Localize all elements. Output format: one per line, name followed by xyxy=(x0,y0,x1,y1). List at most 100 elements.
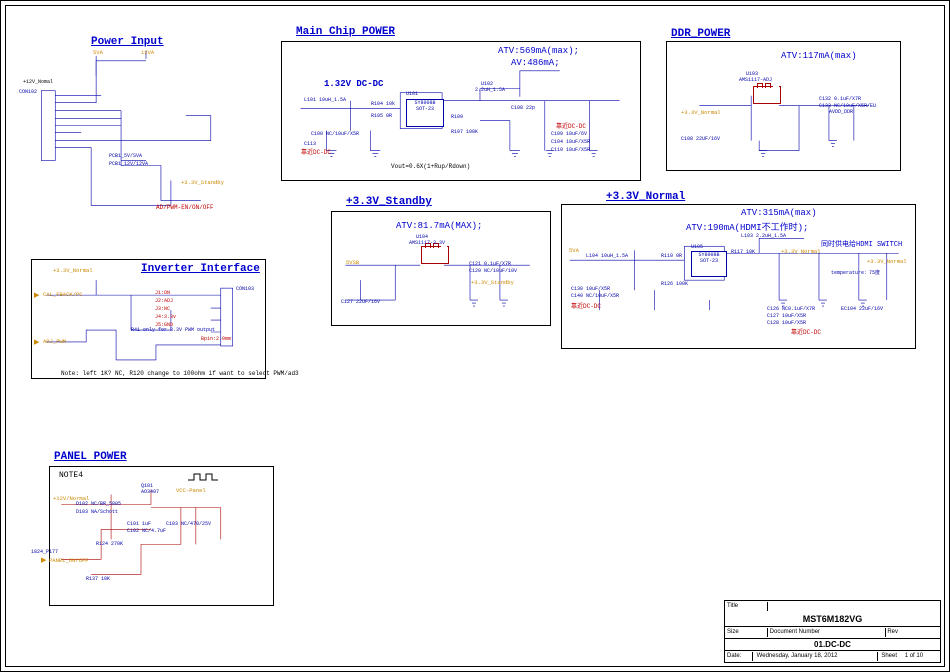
ic-ams1117-stby xyxy=(421,246,449,264)
ref-c128: C128 10uF/X5R xyxy=(767,320,806,326)
ic-main-pkg: SOT-23 xyxy=(416,106,434,112)
tb-date-label: Date: xyxy=(727,652,753,661)
ref-c108: C108 22p xyxy=(511,105,535,111)
ref-c109: C109 10uF/6V xyxy=(551,131,587,137)
ref-r137: R137 10K xyxy=(86,576,110,582)
norm-out: +3.3V_Normal xyxy=(867,258,907,265)
net-33stby: +3.3V_Standby xyxy=(181,179,224,186)
net-12vnom: +12V_Nomal xyxy=(23,79,53,85)
box-inverter xyxy=(31,259,266,379)
ref-c120s: C120 NC/10uF/10V xyxy=(469,268,517,274)
ref-c110x: C110 10uF/X5R xyxy=(551,147,590,153)
section-title-inverter: Inverter Interface xyxy=(141,263,260,275)
ref-r105: R105 0R xyxy=(371,113,392,119)
title-block: Title MST6M182VG Size Document Number Re… xyxy=(724,600,941,663)
net-5va-norm: 5VA xyxy=(569,247,579,254)
port-arrow-2: ▶ xyxy=(34,338,39,346)
port-panelonoff: PANEL_ON/OFF xyxy=(49,557,89,564)
ref-c140: C140 NC/10uF/X5R xyxy=(571,293,619,299)
tb-date: Wednesday, January 18, 2012 xyxy=(755,652,878,661)
ref-r104: R104 10k xyxy=(371,101,395,107)
ref-l101: L101 10uH_1.5A xyxy=(304,97,346,103)
ref-r124: R124 270K xyxy=(96,541,123,547)
port-arrow-panel: ▶ xyxy=(41,556,46,564)
stby-out: +3.3V_Standby xyxy=(471,279,514,286)
anno-190: ATV:190mA(HDMI不工作时); xyxy=(686,220,808,233)
pin-j2: J2:ADJ xyxy=(155,298,173,304)
box-mainchip xyxy=(281,41,641,181)
pulse-icon xyxy=(186,471,226,483)
ref-1824: 1824_P177 xyxy=(31,549,58,555)
ref-r126: R126 100K xyxy=(661,281,688,287)
sub-132v: 1.32V DC-DC xyxy=(324,79,383,89)
ref-c102: C102 NC/4.7uF xyxy=(127,528,166,534)
pin-j1: J1:ON xyxy=(155,290,170,296)
port-adjpwm: ADJ_PWM xyxy=(43,338,66,345)
panel-note4: NOTE4 xyxy=(59,471,83,480)
ic-norm-pkg: SOT-23 xyxy=(700,258,718,264)
ic-ams1117-ddr xyxy=(753,86,781,104)
ref-l104: L104 10uH_1.5A xyxy=(586,253,628,259)
anno-ddr117: ATV:117mA(max) xyxy=(781,51,857,61)
ic-sy8008b-main: SY8008B SOT-23 xyxy=(406,99,444,127)
net-ddrin: +3.3V_Normal xyxy=(681,109,721,116)
ref-ec108: C108 22UF/16V xyxy=(681,136,720,142)
temp75: temperature：75度 xyxy=(831,269,880,276)
ref-l103: L103 2.2uH_1.5A xyxy=(741,233,786,239)
ref-q101p: AO3407 xyxy=(141,489,159,495)
ref-r117: R117 10K xyxy=(731,249,755,255)
tb-docname: 01.DC-DC xyxy=(725,638,940,650)
tb-title-label: Title xyxy=(727,602,768,611)
tb-part: MST6M182VG xyxy=(725,612,940,626)
ic-norm-ref: U105 xyxy=(691,244,703,250)
anno-315: ATV:315mA(max) xyxy=(741,208,817,218)
ref-c127: C127 10uF/X5R xyxy=(767,313,806,319)
near-dcdc-norm: 靠近DC-DC xyxy=(571,301,601,310)
drawing-sheet: Power Input xyxy=(0,0,950,672)
tb-size: Size xyxy=(727,628,768,637)
port-calfback: CAL_FBACK/PC xyxy=(43,291,83,298)
net-5vsb: 5VSB xyxy=(346,259,359,266)
tb-sheet: 1 of 10 xyxy=(899,653,923,659)
ref-con102: CON102 xyxy=(19,89,37,95)
ref-c107: C100 NC/10uF/X5R xyxy=(311,131,359,137)
ic-ddr-part: AMS1117-ADJ xyxy=(739,77,772,83)
ddr-out: AVDD_DDR xyxy=(829,109,853,115)
tb-docnum: Document Number xyxy=(770,628,886,637)
tb-sheet-label: Sheet xyxy=(879,653,897,659)
anno-av486: AV:486mA; xyxy=(511,58,560,68)
port-arrow-1: ▶ xyxy=(34,291,39,299)
section-title-mainchip: Main Chip POWER xyxy=(296,26,395,38)
ref-r107: R107 100K xyxy=(451,129,478,135)
ref-d103: D103 NA/Schott xyxy=(76,509,118,515)
near-dcdc-norm2: 靠近DC-DC xyxy=(791,327,821,336)
section-title-power-input: Power Input xyxy=(91,36,164,48)
section-title-panel: PANEL POWER xyxy=(54,451,127,463)
net-12va: 12VA xyxy=(141,49,154,56)
ic-stby-part: AMS1117-3.3V xyxy=(409,240,445,246)
section-title-ddr: DDR_POWER xyxy=(671,28,730,40)
tb-rev: Rev xyxy=(887,629,898,635)
note-pwm33: R41 only for 3.3V PWM output xyxy=(131,327,215,333)
net-5va: 5VA xyxy=(93,49,103,56)
ref-pcb2: PCB1_12V/12VA xyxy=(109,161,148,167)
ref-u102val: 2.2uH_1.5A xyxy=(475,87,505,93)
ic-main-ref: U101 xyxy=(406,91,418,97)
net-inv33: +3.3V_Normal xyxy=(53,267,93,274)
ref-c101: C101 1uF xyxy=(127,521,151,527)
formula-vout: Vout=0.6X(1+Rup/Rdown) xyxy=(391,163,470,170)
panel-out: VCC-Panel xyxy=(176,487,206,494)
anno-atv569: ATV:569mA(max); xyxy=(498,46,579,56)
ref-d102: D102 NC/BR_5805 xyxy=(76,501,121,507)
ic-sy8008b-norm: SY8008B SOT-23 xyxy=(691,251,727,277)
ref-c127s: C127 22UF/16V xyxy=(341,299,380,305)
norm-out2: +3.3V_Normal xyxy=(781,248,821,255)
pin-bpin: Bpin:2.0mm xyxy=(201,336,231,342)
note-inverter-tiny: Note: left 1K? NC, R120 change to 100ohm… xyxy=(61,370,299,377)
section-title-normal: +3.3V_Normal xyxy=(606,191,685,203)
near-dcdc-main: 靠近DC-DC xyxy=(556,121,586,130)
ref-c130: C130 10uF/X5R xyxy=(571,286,610,292)
ref-c126: C126 NC0.1uF/X7R xyxy=(767,306,815,312)
box-panel xyxy=(49,466,274,606)
ref-r109: R109 xyxy=(451,114,463,120)
